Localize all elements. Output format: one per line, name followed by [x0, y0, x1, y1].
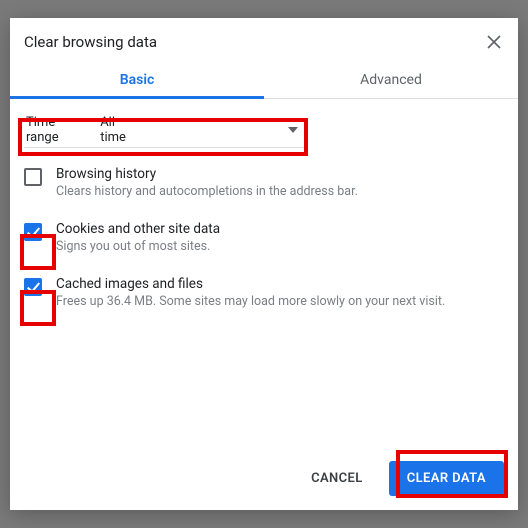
clear-browsing-data-dialog: Clear browsing data Basic Advanced Time …	[10, 18, 518, 510]
time-range-label: Time range	[26, 115, 86, 145]
option-title: Browsing history	[56, 166, 358, 182]
option-desc: Clears history and autocompletions in th…	[56, 184, 358, 199]
chevron-down-icon	[288, 127, 298, 133]
option-text: Cached images and files Frees up 36.4 MB…	[56, 276, 445, 309]
dialog-body: Time range All time Browsing history Cle…	[10, 99, 518, 447]
option-cache: Cached images and files Frees up 36.4 MB…	[24, 258, 504, 313]
tab-basic[interactable]: Basic	[10, 60, 264, 98]
page-backdrop: Clear browsing data Basic Advanced Time …	[0, 0, 528, 528]
tab-advanced[interactable]: Advanced	[264, 60, 518, 98]
option-text: Cookies and other site data Signs you ou…	[56, 221, 220, 254]
option-desc: Frees up 36.4 MB. Some sites may load mo…	[56, 294, 445, 309]
clear-data-button[interactable]: CLEAR DATA	[389, 461, 504, 496]
dialog-title: Clear browsing data	[24, 33, 157, 51]
option-browsing-history: Browsing history Clears history and auto…	[24, 148, 504, 203]
close-button[interactable]	[484, 32, 504, 52]
checkbox-browsing-history[interactable]	[24, 168, 42, 186]
dialog-header: Clear browsing data	[10, 18, 518, 60]
time-range-value: All time	[100, 115, 128, 145]
option-text: Browsing history Clears history and auto…	[56, 166, 358, 199]
checkbox-cache[interactable]	[24, 278, 42, 296]
tab-bar: Basic Advanced	[10, 60, 518, 99]
checkbox-cookies[interactable]	[24, 223, 42, 241]
dialog-footer: CANCEL CLEAR DATA	[10, 447, 518, 510]
time-range-row: Time range All time	[24, 109, 304, 148]
time-range-select[interactable]: All time	[100, 115, 298, 145]
option-cookies: Cookies and other site data Signs you ou…	[24, 203, 504, 258]
close-icon	[487, 35, 501, 49]
active-tab-indicator	[10, 96, 264, 99]
option-desc: Signs you out of most sites.	[56, 239, 220, 254]
cancel-button[interactable]: CANCEL	[293, 461, 381, 496]
option-title: Cookies and other site data	[56, 221, 220, 237]
option-title: Cached images and files	[56, 276, 445, 292]
